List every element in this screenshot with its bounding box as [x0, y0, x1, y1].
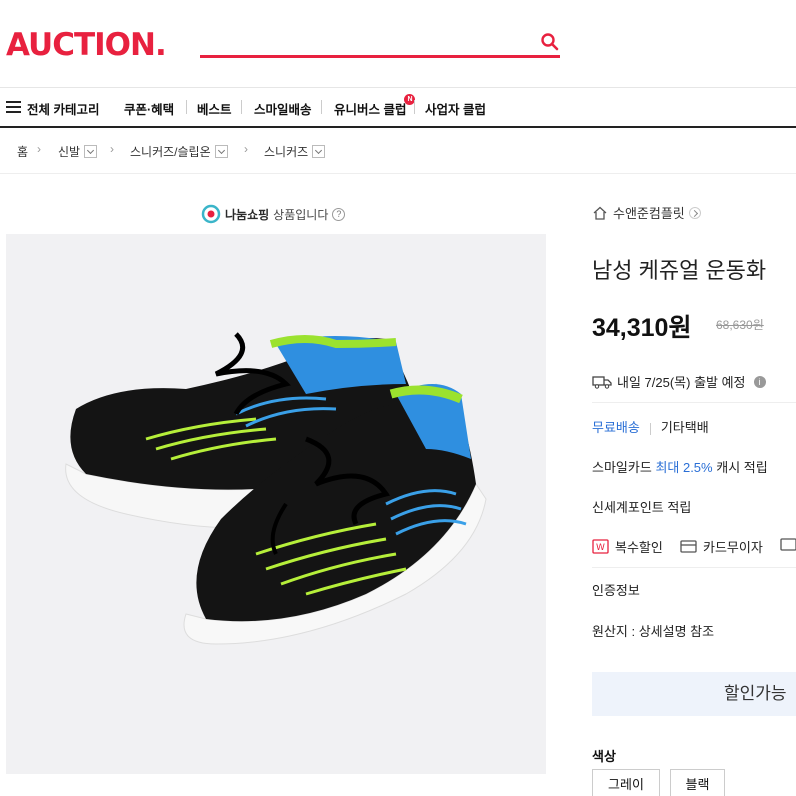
sneaker-photo	[65, 332, 487, 645]
card-cashback: 캐시 적립	[716, 460, 768, 475]
breadcrumb-arrow-icon: ›	[37, 142, 41, 156]
shop-logo-icon	[201, 204, 221, 224]
dropdown-icon[interactable]	[84, 145, 98, 159]
search-input[interactable]	[200, 55, 560, 58]
card-installment-label: 카드무이자	[703, 540, 763, 555]
card-installment[interactable]: 카드무이자	[680, 537, 763, 556]
search-icon[interactable]	[540, 32, 560, 52]
option-gray[interactable]: 그레이	[592, 769, 660, 796]
nav-business-club[interactable]: 사업자 클럽	[425, 99, 486, 118]
point-benefit: 신세계포인트 적립	[592, 500, 692, 515]
notice-text: 상품입니다	[273, 207, 329, 222]
svg-text:W: W	[596, 543, 605, 553]
breadcrumb-arrow-icon: ›	[110, 142, 114, 156]
store-name: 수앤준컴플릿	[613, 206, 685, 221]
nav-divider	[241, 100, 242, 114]
product-image[interactable]	[6, 234, 546, 774]
hamburger-menu-icon[interactable]	[6, 101, 21, 114]
nav-divider	[186, 100, 187, 114]
truck-icon	[592, 375, 612, 389]
option-black[interactable]: 블랙	[670, 769, 725, 796]
nav-divider	[321, 100, 322, 114]
more-benefit[interactable]	[780, 537, 796, 552]
breadcrumb-arrow-icon: ›	[244, 142, 248, 156]
nav-coupon-benefits[interactable]: 쿠폰·혜택	[124, 99, 174, 118]
nav-all-categories[interactable]: 전체 카테고리	[27, 99, 99, 118]
breadcrumb-sneakers-slipon[interactable]: 스니커즈/슬립온	[130, 143, 228, 160]
divider	[592, 402, 796, 403]
card-icon	[680, 540, 697, 553]
dropdown-icon[interactable]	[214, 145, 228, 159]
shipping-info: 내일 7/25(목) 출발 예정 i	[592, 372, 766, 391]
category-nav: 전체 카테고리 쿠폰·혜택 베스트 스마일배송 유니버스 클럽 N 사업자 클럽	[0, 88, 796, 128]
seller-notice: 나눔쇼핑 상품입니다 ?	[200, 204, 346, 224]
card-rate: 최대 2.5%	[655, 460, 713, 475]
card-benefit: 스마일카드 최대 2.5% 캐시 적립	[592, 457, 768, 476]
breadcrumb-label: 스니커즈/슬립온	[130, 145, 211, 159]
card-icon	[780, 538, 796, 551]
help-icon[interactable]: ?	[332, 207, 346, 221]
breadcrumb-shoes[interactable]: 신발	[58, 143, 98, 160]
breadcrumb-sneakers[interactable]: 스니커즈	[264, 143, 326, 160]
nav-divider	[414, 100, 415, 114]
header: AUCTION.	[0, 0, 796, 88]
origin-info: 원산지 : 상세설명 참조	[592, 624, 715, 639]
auction-logo[interactable]: AUCTION.	[6, 27, 167, 63]
home-icon	[593, 206, 607, 220]
nav-best[interactable]: 베스트	[197, 99, 232, 118]
multi-discount-label: 복수할인	[615, 540, 663, 555]
card-name: 스마일카드	[592, 460, 652, 475]
product-title: 남성 케쥬얼 운동화	[592, 258, 767, 283]
nav-universe-club-label: 유니버스 클럽	[334, 103, 407, 117]
chevron-right-icon	[688, 206, 701, 219]
nav-smile-delivery[interactable]: 스마일배송	[254, 99, 312, 118]
info-icon[interactable]: i	[753, 375, 766, 388]
nav-universe-club[interactable]: 유니버스 클럽 N	[334, 94, 416, 118]
dropdown-icon[interactable]	[312, 145, 326, 159]
divider	[592, 567, 796, 568]
multi-discount[interactable]: W 복수할인	[592, 537, 663, 556]
free-delivery[interactable]: 무료배송	[592, 420, 640, 435]
original-price: 68,630원	[716, 318, 764, 332]
delivery-options: 무료배송 기타택배	[592, 417, 709, 436]
shipping-text: 내일 7/25(목) 출발 예정	[617, 375, 746, 390]
breadcrumb: 홈 › 신발 › 스니커즈/슬립온 › 스니커즈	[0, 130, 796, 174]
store-link[interactable]: 수앤준컴플릿	[592, 203, 701, 222]
color-option-label: 색상	[592, 749, 616, 764]
discount-icon: W	[592, 539, 609, 554]
certification-info[interactable]: 인증정보	[592, 580, 640, 599]
breadcrumb-label: 스니커즈	[264, 145, 309, 159]
other-delivery: 기타택배	[660, 420, 709, 435]
breadcrumb-home[interactable]: 홈	[17, 143, 28, 160]
sale-price: 34,310원	[592, 314, 692, 342]
divider	[649, 422, 651, 435]
discount-coupon-button[interactable]: 할인가능	[592, 672, 796, 716]
breadcrumb-label: 신발	[58, 145, 81, 159]
shop-name: 나눔쇼핑	[225, 207, 270, 222]
